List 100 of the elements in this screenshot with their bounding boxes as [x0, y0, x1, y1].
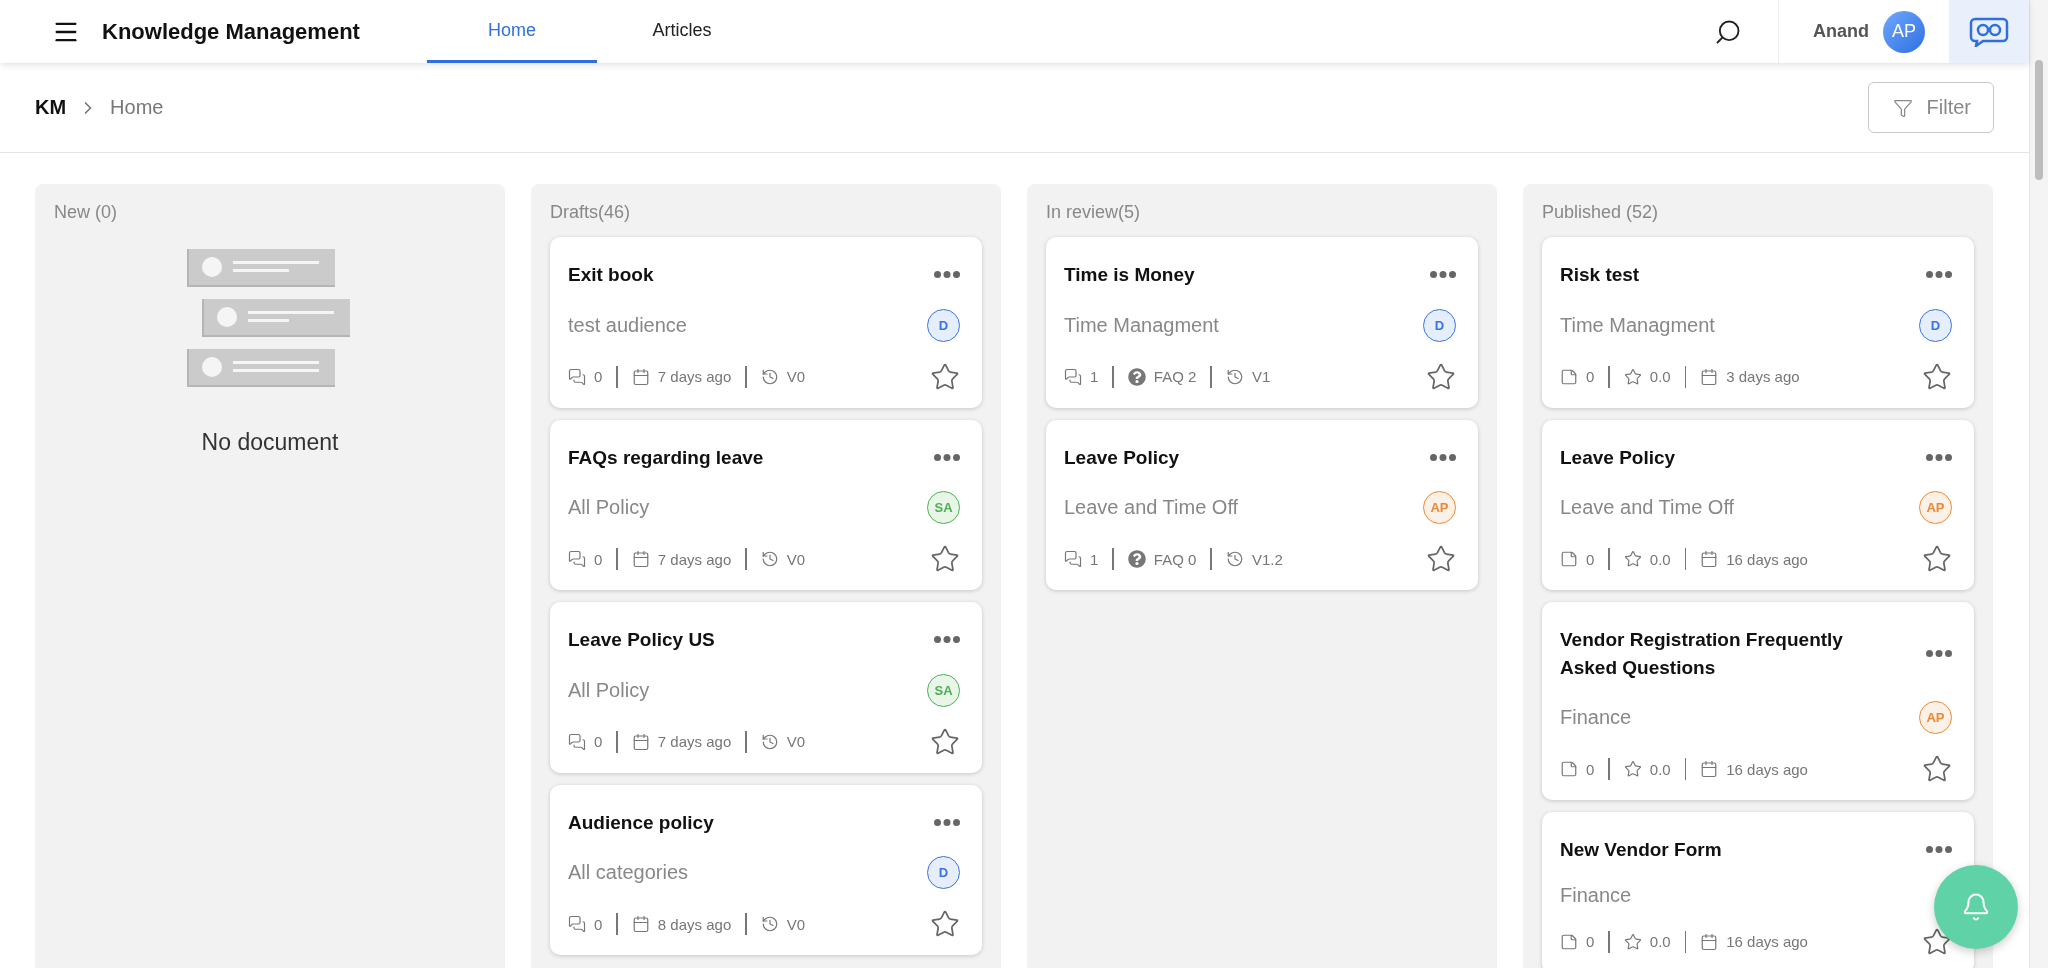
article-category: Time Managment: [1560, 313, 1715, 337]
article-category: Leave and Time Off: [1064, 496, 1239, 520]
author-avatar: AP: [1423, 491, 1456, 525]
article-card[interactable]: Leave Policy Leave and Time Off AP 1 FAQ 0 V1.2: [1046, 419, 1478, 591]
question-icon: [1127, 367, 1146, 386]
breadcrumb-item: Home: [110, 96, 164, 119]
meta-text: 16 days ago: [1726, 933, 1808, 951]
article-category: All Policy: [568, 496, 650, 520]
article-card[interactable]: Audience policy All categories D 0 8 days ago V0: [550, 784, 982, 956]
history-icon: [760, 732, 779, 751]
article-title: Exit book: [568, 263, 654, 287]
star-icon: [1922, 926, 1952, 957]
calendar-icon: [631, 367, 650, 386]
article-card[interactable]: Exit book test audience D 0 7 days ago V0: [550, 237, 982, 408]
calendar-icon: [631, 732, 650, 751]
nav-tab[interactable]: Articles: [597, 0, 767, 63]
app-title: Knowledge Management: [102, 18, 360, 45]
article-category: Finance: [1560, 706, 1632, 730]
article-category: test audience: [568, 313, 687, 337]
meta-text: 3 days ago: [1726, 368, 1800, 386]
star-icon: [1623, 932, 1642, 951]
meta-text: 0: [1586, 550, 1595, 568]
article-title: Leave Policy: [1064, 445, 1180, 470]
more-button[interactable]: [934, 636, 960, 644]
article-card[interactable]: New Vendor Form Finance 0 0.0 16 days ago: [1542, 812, 1974, 968]
column-title: Drafts(46): [550, 202, 631, 223]
star-icon: [1922, 361, 1952, 392]
calendar-icon: [631, 915, 650, 934]
meta-text: 0: [594, 915, 603, 933]
meta-text: 7 days ago: [657, 733, 732, 751]
more-button[interactable]: [1926, 271, 1952, 279]
comments-icon: [568, 550, 586, 569]
meta-text: 0: [594, 733, 603, 751]
article-category: Time Managment: [1064, 313, 1219, 337]
article-title: FAQs regarding leave: [568, 445, 764, 470]
more-icon: [1430, 271, 1456, 279]
star-icon: [1426, 361, 1456, 392]
user-name: Anand: [1813, 21, 1869, 42]
more-icon: [934, 636, 960, 644]
empty-message: No document: [201, 429, 339, 456]
more-button[interactable]: [934, 453, 960, 461]
note-icon: [1560, 550, 1578, 569]
comments-icon: [568, 732, 586, 751]
author-avatar: AP: [1919, 491, 1952, 525]
calendar-icon: [631, 550, 650, 569]
article-card[interactable]: Leave Policy Leave and Time Off AP 0 0.0 16 days ago: [1542, 419, 1974, 591]
article-category: All categories: [568, 861, 689, 885]
article-title: Time is Money: [1064, 263, 1195, 287]
column-title: Published (52): [1542, 202, 1660, 223]
meta-text: 0: [1586, 368, 1595, 386]
favorite-button[interactable]: [930, 361, 960, 392]
star-icon: [930, 726, 960, 757]
nav-tab[interactable]: Home: [427, 0, 597, 63]
article-card[interactable]: Vendor Registration Frequently Asked Questions Finance AP 0 0.0 16 days ago: [1542, 602, 1974, 801]
favorite-button[interactable]: [1922, 926, 1952, 957]
filter-button[interactable]: Filter: [1867, 82, 1994, 133]
meta-text: 0.0: [1649, 760, 1671, 778]
calendar-icon: [1700, 550, 1719, 569]
more-button[interactable]: [1430, 271, 1456, 279]
more-icon: [1926, 453, 1952, 461]
history-icon: [1225, 367, 1244, 386]
meta-text: 0: [594, 550, 603, 568]
article-card[interactable]: Risk test Time Managment D 0 0.0 3 days ago: [1542, 237, 1974, 408]
author-avatar: SA: [927, 491, 960, 525]
favorite-button[interactable]: [1922, 361, 1952, 392]
question-icon: [1127, 550, 1146, 569]
comments-icon: [568, 915, 586, 934]
meta-text: 16 days ago: [1726, 760, 1808, 778]
favorite-button[interactable]: [1426, 361, 1456, 392]
meta-text: V0: [786, 550, 806, 568]
more-button[interactable]: [934, 818, 960, 826]
comments-icon: [1064, 367, 1082, 386]
more-button[interactable]: [1926, 650, 1952, 658]
meta-text: 1: [1090, 368, 1099, 386]
calendar-icon: [1700, 932, 1719, 951]
more-button[interactable]: [934, 271, 960, 279]
meta-text: 7 days ago: [657, 368, 732, 386]
article-card[interactable]: FAQs regarding leave All Policy SA 0 7 days ago V0: [550, 419, 982, 591]
more-button[interactable]: [1926, 453, 1952, 461]
meta-text: 0: [1586, 933, 1595, 951]
calendar-icon: [1700, 367, 1719, 386]
more-icon: [934, 818, 960, 826]
article-card[interactable]: Time is Money Time Managment D 1 FAQ 2 V1: [1046, 237, 1478, 408]
more-button[interactable]: [1430, 453, 1456, 461]
article-category: Leave and Time Off: [1560, 496, 1735, 520]
article-card[interactable]: Leave Policy US All Policy SA 0 7 days ago V0: [550, 602, 982, 773]
meta-text: 0.0: [1649, 933, 1671, 951]
star-icon: [1623, 760, 1642, 779]
favorite-button[interactable]: [930, 726, 960, 757]
history-icon: [760, 550, 779, 569]
author-avatar: AP: [1919, 701, 1952, 735]
bell-icon: [1961, 892, 1991, 922]
article-title: Audience policy: [568, 810, 714, 835]
breadcrumb-item[interactable]: KM: [35, 96, 67, 119]
more-button[interactable]: [1926, 846, 1952, 854]
meta-text: 0.0: [1649, 368, 1671, 386]
more-icon: [1926, 271, 1952, 279]
author-avatar: D: [927, 856, 960, 890]
star-icon: [1623, 367, 1642, 386]
meta-text: 16 days ago: [1726, 550, 1808, 568]
